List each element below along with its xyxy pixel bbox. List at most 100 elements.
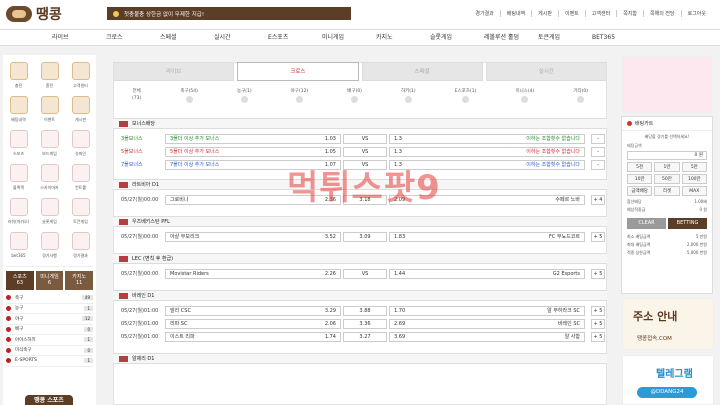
nav-item[interactable]: E스포츠: [258, 30, 312, 45]
amount-button[interactable]: MAX: [681, 186, 707, 196]
sport-filter[interactable]: 축구(54): [180, 88, 198, 110]
game-tab[interactable]: 실시간: [485, 62, 607, 81]
draw-odds-button[interactable]: 3.27: [343, 331, 387, 342]
home-odds-button[interactable]: 3폴더 이상 추가 보너스 1.03: [165, 133, 341, 144]
more-markets-button[interactable]: + 5: [591, 331, 605, 342]
draw-odds-button[interactable]: VS: [343, 146, 387, 157]
menu-tile[interactable]: 환전: [34, 59, 65, 91]
sport-filter[interactable]: 농구(1): [237, 88, 252, 110]
menu-tile[interactable]: 충전: [3, 59, 34, 91]
away-odds-button[interactable]: 1.44 G2 Esports: [389, 268, 585, 279]
amount-button[interactable]: 100만: [681, 174, 707, 184]
more-markets-button[interactable]: + 5: [591, 268, 605, 279]
more-markets-button[interactable]: + 5: [591, 318, 605, 329]
menu-tile[interactable]: 배팅내역: [3, 93, 34, 125]
menu-tile[interactable]: 이벤트: [34, 93, 65, 125]
sport-item[interactable]: 아이스하키 1: [6, 335, 93, 346]
top-link[interactable]: 쪽지함: [616, 10, 643, 17]
nav-item[interactable]: 스페셜: [150, 30, 204, 45]
address-ad[interactable]: 주소 안내 땡콩접속.COM: [622, 298, 714, 350]
sport-filter[interactable]: 기타(0): [573, 88, 588, 110]
nav-item[interactable]: 실시간: [204, 30, 258, 45]
more-markets-button[interactable]: -: [591, 133, 605, 144]
sport-item[interactable]: 축구 49: [6, 293, 93, 304]
more-markets-button[interactable]: + 5: [591, 305, 605, 316]
sport-item[interactable]: E-SPORTS 1: [6, 356, 93, 367]
more-markets-button[interactable]: + 4: [591, 194, 605, 205]
menu-tile[interactable]: 슈퍼인: [65, 127, 96, 159]
nav-item[interactable]: BET365: [582, 30, 636, 45]
menu-tile[interactable]: 블랙잭: [3, 161, 34, 193]
draw-odds-button[interactable]: 3.09: [343, 231, 387, 242]
sport-item[interactable]: 미식축구 0: [6, 346, 93, 356]
sport-filter[interactable]: 야구(12): [291, 88, 308, 110]
nav-item[interactable]: 미니게임: [312, 30, 366, 45]
category-tab[interactable]: 카지노 11: [65, 271, 94, 290]
home-odds-button[interactable]: 이스트 리파 1.74: [165, 331, 341, 342]
sport-item[interactable]: 농구 1: [6, 304, 93, 314]
draw-odds-button[interactable]: VS: [343, 268, 387, 279]
menu-tile[interactable]: 러쉬(마카오): [3, 195, 34, 227]
amount-button[interactable]: 금액배당: [627, 186, 653, 196]
amount-button[interactable]: 리셋: [654, 186, 680, 196]
telegram-ad[interactable]: 텔레그램 @DDANG24: [622, 355, 714, 405]
away-odds-button[interactable]: 2.69 바레인 SC: [389, 318, 585, 329]
home-odds-button[interactable]: 말리 CSC 3.29: [165, 305, 341, 316]
home-odds-button[interactable]: 리파 SC 2.06: [165, 318, 341, 329]
more-markets-button[interactable]: -: [591, 159, 605, 170]
amount-button[interactable]: 10만: [627, 174, 653, 184]
menu-tile[interactable]: 경기결과: [65, 229, 96, 261]
sport-filter[interactable]: 전체 (73): [132, 88, 141, 110]
home-odds-button[interactable]: 아살 무보리크 3.52: [165, 231, 341, 242]
draw-odds-button[interactable]: VS: [343, 133, 387, 144]
menu-tile[interactable]: 경기사행: [34, 229, 65, 261]
nav-item[interactable]: 레볼루션 홀덤: [474, 30, 528, 45]
top-link[interactable]: 이벤트: [557, 10, 585, 17]
away-odds-button[interactable]: 1.3 이하는 조합횟수 없습니다: [389, 146, 585, 157]
nav-item[interactable]: 라이브: [42, 30, 96, 45]
away-odds-button[interactable]: 1.70 알 무하라크 SC: [389, 305, 585, 316]
away-odds-button[interactable]: 1.83 FC 부뇨드코르: [389, 231, 585, 242]
more-markets-button[interactable]: + 5: [591, 231, 605, 242]
top-link[interactable]: 배팅내역: [499, 10, 531, 17]
amount-input[interactable]: 0 원: [627, 151, 707, 160]
home-odds-button[interactable]: 5폴더 이상 추가 보너스 1.05: [165, 146, 341, 157]
sport-filter[interactable]: 미니스(4): [515, 88, 534, 110]
betting-button[interactable]: BETTING: [668, 218, 707, 229]
logo[interactable]: 땡콩: [6, 4, 86, 24]
away-odds-button[interactable]: 3.69 알 사함: [389, 331, 585, 342]
away-odds-button[interactable]: 1.3 이하는 조합횟수 없습니다: [389, 133, 585, 144]
right-top-banner[interactable]: [622, 56, 712, 113]
menu-tile[interactable]: 컨트롤: [65, 161, 96, 193]
top-link[interactable]: 로그아웃: [680, 10, 712, 17]
menu-tile[interactable]: 스카이마카: [34, 161, 65, 193]
top-link[interactable]: 경기결과: [469, 10, 499, 17]
amount-button[interactable]: 1만: [654, 162, 680, 172]
menu-tile[interactable]: bet365: [3, 229, 34, 261]
game-tab[interactable]: 라이브: [113, 62, 235, 81]
sport-item[interactable]: 배구 0: [6, 325, 93, 335]
sport-filter[interactable]: 하키(1): [401, 88, 416, 110]
more-markets-button[interactable]: -: [591, 146, 605, 157]
sport-filter[interactable]: 배구(0): [347, 88, 362, 110]
top-link[interactable]: 고객센터: [584, 10, 616, 17]
clear-button[interactable]: CLEAR: [627, 218, 666, 229]
top-link[interactable]: 쪽해의 전당: [643, 10, 681, 17]
menu-tile[interactable]: 고객센터: [65, 59, 96, 91]
nav-item[interactable]: 크로스: [96, 30, 150, 45]
nav-item[interactable]: 토큰게임: [528, 30, 582, 45]
amount-button[interactable]: 5만: [681, 162, 707, 172]
menu-tile[interactable]: 슬롯게임: [34, 195, 65, 227]
game-tab[interactable]: 스페셜: [361, 62, 483, 81]
nav-item[interactable]: 슬롯게임: [420, 30, 474, 45]
draw-odds-button[interactable]: 3.88: [343, 305, 387, 316]
home-odds-button[interactable]: Movistar Riders 2.26: [165, 268, 341, 279]
sport-item[interactable]: 야구 12: [6, 314, 93, 325]
category-tab[interactable]: 스포츠 63: [6, 271, 34, 290]
menu-tile[interactable]: 토큰게임: [65, 195, 96, 227]
nav-item[interactable]: 카지노: [366, 30, 420, 45]
amount-button[interactable]: 50만: [654, 174, 680, 184]
amount-button[interactable]: 5천: [627, 162, 653, 172]
top-link[interactable]: 게시판: [531, 10, 558, 17]
category-tab[interactable]: 미니게임 6: [35, 271, 64, 290]
